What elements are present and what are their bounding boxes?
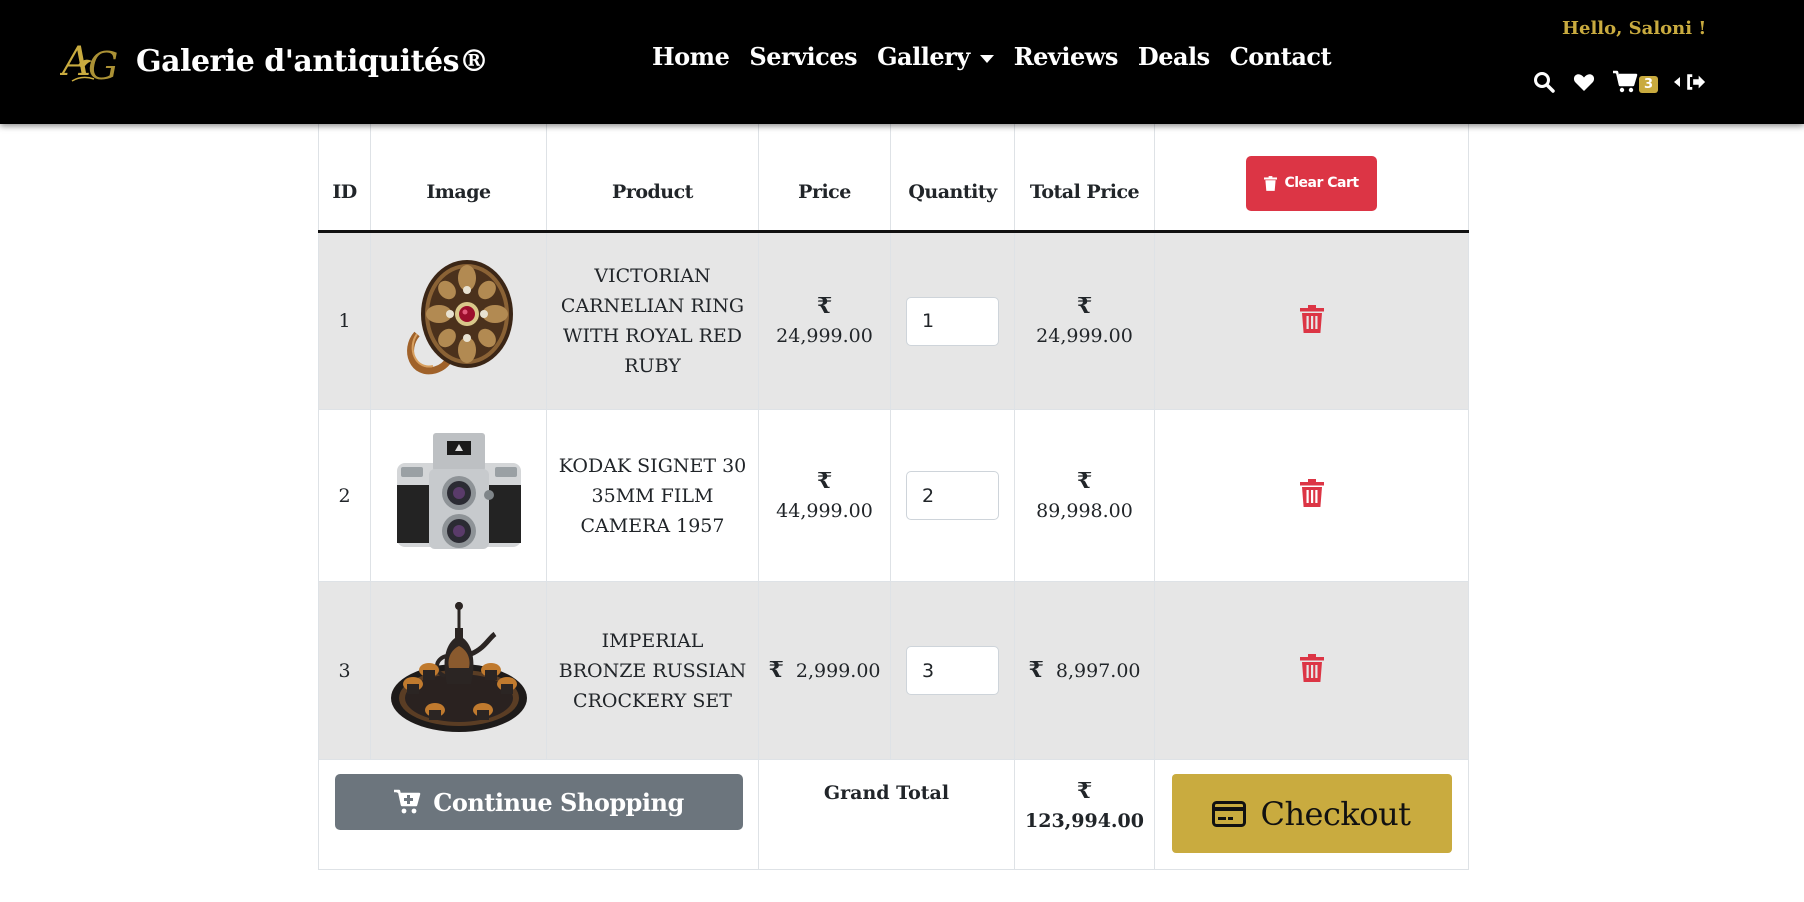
brand-name: Galerie d'antiquités® [136,43,489,79]
quantity-input[interactable] [906,471,999,520]
remove-cell [1154,409,1469,582]
header-quantity: Quantity [890,123,1015,233]
grand-total-value: 123,994.00 [1025,810,1144,832]
brand[interactable]: A G Galerie d'antiquités® [60,34,489,88]
total-value: 89,998.00 [1036,499,1133,522]
credit-card-icon [1212,800,1247,827]
header-product: Product [546,123,759,233]
trash-icon[interactable] [1299,654,1324,682]
remove-cell [1154,231,1469,410]
product-name: IMPERIAL BRONZE RUSSIAN CROCKERY SET [546,581,759,760]
total-value: 8,997.00 [1055,660,1141,682]
quantity-cell [890,231,1015,410]
checkout-cell: Checkout [1154,759,1469,870]
heart-icon[interactable] [1572,70,1596,94]
nav-home[interactable]: Home [652,42,730,71]
caret-left-icon[interactable] [1674,77,1681,87]
top-navbar: A G Galerie d'antiquités® Home Services … [0,0,1804,124]
product-name: KODAK SIGNET 30 35MM FILM CAMERA 1957 [546,409,759,582]
price-value: 2,999.00 [795,660,881,682]
grand-total-label: Grand Total [758,759,1015,870]
header-image: Image [370,123,547,233]
nav-gallery-dropdown[interactable]: Gallery [877,42,994,71]
header-total-price: Total Price [1014,123,1155,233]
table-row: 3 IMPERIAL BRONZE RUSSIAN CROCKERY SET ₹… [318,581,1469,760]
product-image-cell [370,409,547,582]
row-total: ₹24,999.00 [1014,231,1155,410]
row-id: 2 [318,409,371,582]
product-name: VICTORIAN CARNELIAN RING WITH ROYAL RED … [546,231,759,410]
search-icon[interactable] [1532,70,1556,94]
rupee-symbol: ₹ [816,467,833,494]
nav-deals[interactable]: Deals [1138,42,1210,71]
rupee-symbol: ₹ [768,657,784,683]
nav-gallery-label: Gallery [877,42,970,71]
rupee-symbol: ₹ [816,293,833,319]
trash-icon[interactable] [1299,304,1324,333]
header-price: Price [758,123,891,233]
clear-cart-label: Clear Cart [1284,175,1359,191]
grand-total: ₹123,994.00 [1014,759,1155,870]
product-image-cell [370,231,547,410]
row-id: 3 [318,581,371,760]
row-price: ₹24,999.00 [758,231,891,410]
trash-icon [1264,175,1278,191]
row-total: ₹ 8,997.00 [1014,581,1155,760]
brand-logo-icon: A G [60,39,118,87]
crockery-image[interactable] [389,598,529,738]
continue-shopping-label: Continue Shopping [433,787,684,817]
cart-icon [1613,70,1638,93]
rupee-symbol: ₹ [1076,467,1093,494]
header-actions: Clear Cart [1154,123,1469,233]
nav-icon-bar: 3 [1532,70,1722,94]
remove-cell [1154,581,1469,760]
main-nav: Home Services Gallery Reviews Deals Cont… [652,42,1351,71]
clear-cart-button[interactable]: Clear Cart [1246,155,1377,211]
checkout-button[interactable]: Checkout [1171,774,1452,853]
quantity-cell [890,581,1015,760]
logout-icon[interactable] [1684,71,1706,93]
row-total: ₹89,998.00 [1014,409,1155,582]
row-id: 1 [318,231,371,410]
nav-services[interactable]: Services [749,42,857,71]
rupee-symbol: ₹ [1076,778,1093,804]
table-footer-row: Continue Shopping Grand Total ₹123,994.0… [318,759,1469,870]
row-price: ₹ 2,999.00 [758,581,891,760]
nav-contact[interactable]: Contact [1230,42,1332,71]
camera-image[interactable] [389,423,529,563]
svg-text:G: G [88,44,118,87]
checkout-label: Checkout [1260,794,1411,833]
row-price: ₹44,999.00 [758,409,891,582]
rupee-symbol: ₹ [1076,293,1093,319]
total-value: 24,999.00 [1036,325,1133,347]
table-row: 2 KODAK SIGNET 30 35MM FILM CAMERA 1957 [318,409,1469,582]
nav-reviews[interactable]: Reviews [1014,42,1119,71]
quantity-input[interactable] [906,296,999,346]
price-value: 44,999.00 [776,499,873,522]
quantity-cell [890,409,1015,582]
quantity-input[interactable] [906,646,999,695]
header-id: ID [318,123,371,233]
ring-image[interactable] [395,252,523,386]
chevron-down-icon [979,54,994,63]
cart-count-badge: 3 [1639,75,1659,93]
cart-plus-icon [394,789,421,814]
product-image-cell [370,581,547,760]
trash-icon[interactable] [1299,479,1324,507]
table-header-row: ID Image Product Price Quantity Total Pr… [318,123,1469,233]
cart-button[interactable]: 3 [1612,70,1659,94]
rupee-symbol: ₹ [1028,657,1044,683]
price-value: 24,999.00 [776,325,873,347]
user-greeting: Hello, Saloni ! [1562,18,1707,39]
continue-shopping-button[interactable]: Continue Shopping [334,774,743,830]
cart-table: ID Image Product Price Quantity Total Pr… [318,123,1469,870]
continue-cell: Continue Shopping [318,759,759,870]
table-row: 1 VICTORIAN CARNELIAN RING WITH ROYAL RE… [318,231,1469,410]
